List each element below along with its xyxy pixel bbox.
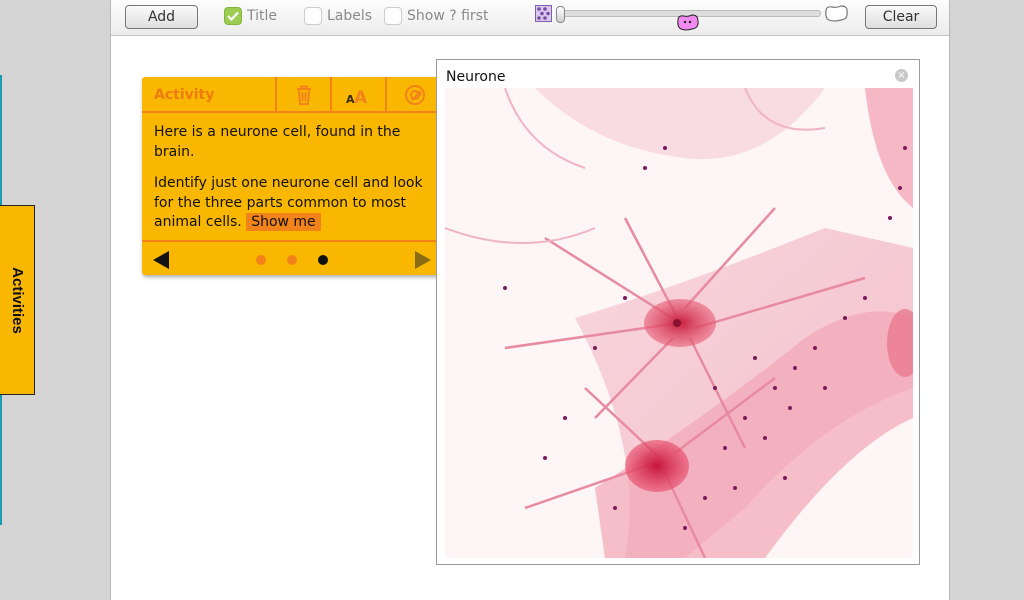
- show-first-checkbox-label: Show ? first: [407, 8, 489, 24]
- show-me-button[interactable]: Show me: [246, 213, 321, 231]
- activity-card: Activity A A Here is a neurone cell, fou…: [142, 77, 442, 275]
- cell-outline-icon: [825, 5, 848, 22]
- title-checkbox-box[interactable]: [224, 7, 242, 25]
- title-checkbox[interactable]: Title: [224, 7, 277, 25]
- header-divider: [385, 77, 387, 111]
- image-panel[interactable]: Neurone ×: [436, 59, 920, 565]
- show-first-checkbox[interactable]: Show ? first: [384, 7, 488, 25]
- activity-paragraph-2: Identify just one neurone cell and look …: [154, 174, 430, 233]
- clear-button[interactable]: Clear: [865, 5, 937, 29]
- activities-tab-label: Activities: [8, 266, 26, 334]
- activities-tab[interactable]: Activities: [0, 205, 35, 395]
- neurone-micrograph: [445, 88, 913, 558]
- show-first-checkbox-box[interactable]: [384, 7, 402, 25]
- activity-body: Here is a neurone cell, found in the bra…: [142, 113, 442, 233]
- page-dot-2[interactable]: [287, 255, 297, 265]
- trash-icon[interactable]: [292, 83, 316, 107]
- image-panel-title: Neurone: [446, 69, 506, 85]
- activity-title: Activity: [154, 87, 215, 103]
- clear-button-label: Clear: [882, 9, 920, 25]
- activity-paragraph-1: Here is a neurone cell, found in the bra…: [154, 124, 401, 160]
- pattern-icon[interactable]: [535, 5, 552, 22]
- text-size-icon[interactable]: A A: [345, 83, 369, 107]
- prev-arrow-icon[interactable]: [151, 250, 171, 270]
- activity-header: Activity A A: [142, 77, 442, 113]
- page-dot-1[interactable]: [256, 255, 266, 265]
- next-arrow-icon[interactable]: [413, 250, 433, 270]
- close-icon[interactable]: ×: [895, 69, 908, 82]
- labels-checkbox-label: Labels: [327, 8, 373, 24]
- svg-text:A: A: [354, 88, 368, 107]
- cell-icon: [677, 14, 699, 31]
- title-checkbox-label: Title: [247, 8, 278, 24]
- checkmark-icon: [227, 11, 239, 21]
- header-divider: [330, 77, 332, 111]
- add-button-label: Add: [147, 9, 176, 25]
- page-dot-3-active[interactable]: [318, 255, 328, 265]
- activity-footer: [142, 240, 442, 275]
- toolbar: Add Title Labels Show ? first Clear: [111, 0, 949, 36]
- add-button[interactable]: Add: [125, 5, 198, 29]
- labels-checkbox[interactable]: Labels: [304, 7, 372, 25]
- header-divider: [275, 77, 277, 111]
- zoom-slider-thumb[interactable]: [556, 6, 565, 23]
- labels-checkbox-box[interactable]: [304, 7, 322, 25]
- zoom-icon[interactable]: [403, 83, 427, 107]
